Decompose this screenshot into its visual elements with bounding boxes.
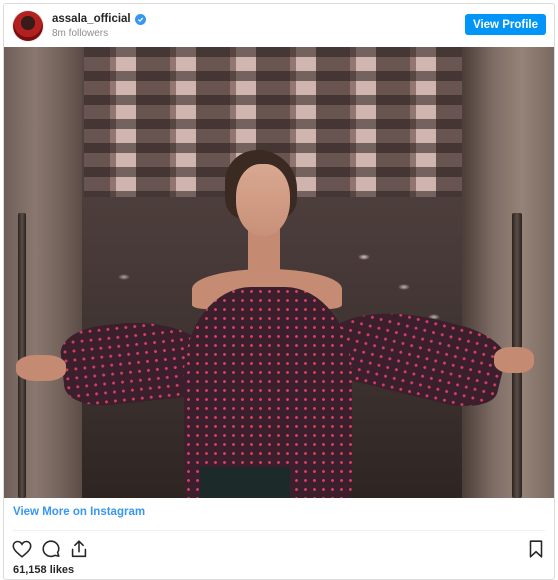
follower-count: 8m followers: [52, 28, 109, 39]
view-profile-button[interactable]: View Profile: [465, 14, 546, 35]
instagram-embed-card: assala_official 8m followers View Profil…: [3, 3, 555, 580]
share-icon[interactable]: [68, 538, 90, 560]
photo-skirt: [200, 467, 290, 498]
avatar[interactable]: [13, 11, 43, 41]
view-more-link[interactable]: View More on Instagram: [13, 506, 145, 518]
bookmark-icon[interactable]: [525, 538, 547, 560]
photo-face: [236, 164, 290, 236]
divider: [13, 530, 545, 531]
verified-badge-icon: [134, 13, 146, 25]
like-count: 61,158 likes: [13, 564, 75, 576]
post-header: assala_official 8m followers View Profil…: [4, 4, 554, 47]
username-row: assala_official: [52, 13, 146, 25]
comment-icon[interactable]: [40, 538, 62, 560]
photo-door-left: [4, 47, 82, 498]
post-photo[interactable]: [4, 47, 554, 498]
photo-door-right: [462, 47, 554, 498]
photo-hand-right: [494, 347, 534, 373]
heart-icon[interactable]: [11, 538, 33, 560]
action-bar: [4, 534, 554, 564]
photo-neck: [248, 229, 280, 279]
photo-hand-left: [16, 355, 66, 381]
username[interactable]: assala_official: [52, 13, 131, 25]
